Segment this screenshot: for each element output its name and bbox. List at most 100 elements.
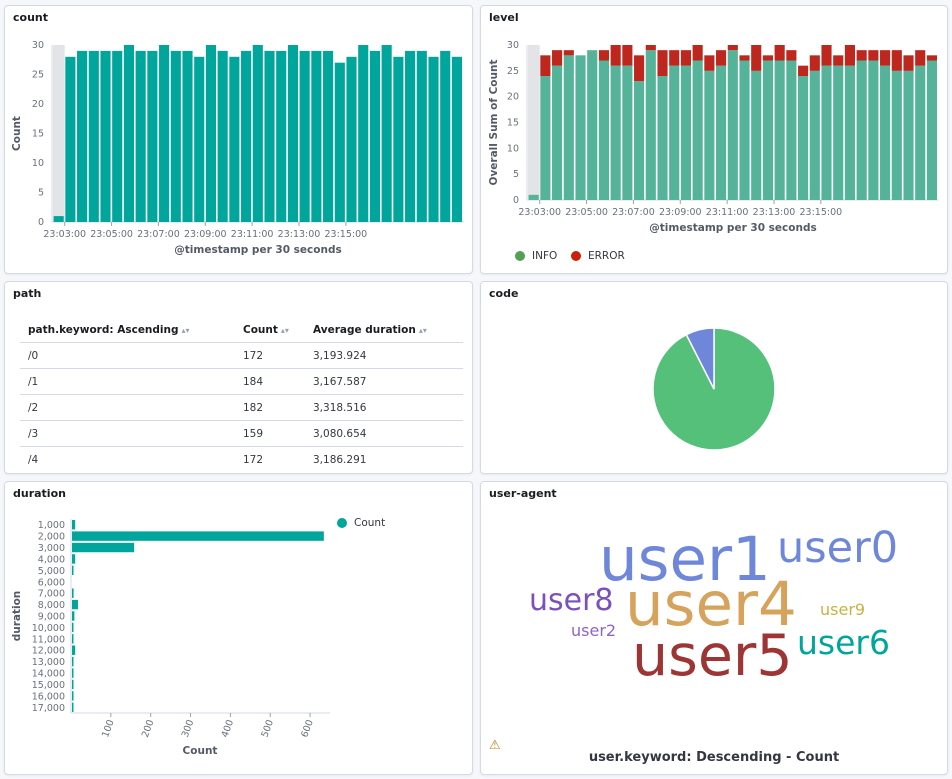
legend-item-error[interactable]: ERROR (571, 250, 625, 262)
bar-error (762, 55, 773, 61)
tag-cloud-word[interactable]: user0 (777, 527, 898, 570)
cell-average-duration: 3,193.924 (305, 342, 463, 369)
x-tick-label: 23:07:00 (612, 207, 655, 218)
column-header-count[interactable]: Count ▴▾ (235, 318, 305, 343)
cell-path: /4 (28, 453, 39, 466)
bar-error (704, 55, 715, 71)
bar-error (598, 50, 609, 61)
bar-info (680, 65, 691, 200)
tag-cloud-caption: user.keyword: Descending - Count (588, 750, 840, 765)
bar (299, 50, 310, 223)
bar-info (903, 70, 914, 200)
bar (276, 50, 287, 223)
bar (72, 520, 76, 530)
bar-info (891, 70, 902, 200)
x-tick-label: 23:03:00 (518, 207, 561, 218)
bar-error (809, 55, 820, 71)
cell-average-duration: 3,186.291 (313, 453, 367, 466)
legend-dot-icon (515, 251, 525, 261)
bar-error (880, 50, 891, 66)
bar (416, 50, 427, 223)
sort-icon[interactable]: ▴▾ (281, 326, 289, 335)
cell-path: /1 (20, 368, 235, 395)
y-tick-label: 7,000 (38, 589, 65, 600)
bar-info (634, 81, 645, 200)
table-row: /0 172 3,193.924 (20, 342, 463, 369)
bar (72, 554, 76, 564)
bar-info (774, 60, 785, 200)
legend-dot-icon (337, 518, 347, 528)
code-pie-chart (652, 327, 776, 451)
bar (393, 56, 404, 222)
y-tick-label: 11,000 (32, 634, 65, 645)
bar (440, 50, 451, 223)
bar-info (762, 60, 773, 200)
column-header-average-duration[interactable]: Average duration ▴▾ (305, 318, 463, 343)
bar (229, 56, 240, 222)
x-tick-label: 23:09:00 (184, 229, 227, 240)
cell-count: 172 (243, 453, 264, 466)
y-tick-label: 14,000 (32, 669, 65, 680)
legend-label: ERROR (588, 250, 625, 262)
bar-error (552, 50, 563, 66)
bar-info (692, 60, 703, 200)
legend-label: Count (354, 517, 386, 529)
sort-icon[interactable]: ▴▾ (182, 326, 190, 335)
bar (72, 531, 324, 541)
bar-info (856, 60, 867, 200)
bar-info (552, 65, 563, 200)
y-tick-label: 12,000 (32, 646, 65, 657)
x-tick-label: 23:07:00 (137, 229, 180, 240)
y-tick-label: 30 (507, 40, 519, 51)
y-tick-label: 2,000 (38, 532, 65, 543)
x-tick-label: 23:15:00 (800, 207, 843, 218)
x-tick-label: 300 (180, 718, 197, 739)
bar-info (575, 55, 586, 201)
bar-info (598, 60, 609, 200)
panel-title: code (489, 287, 519, 300)
x-tick-label: 500 (260, 718, 277, 739)
bar (451, 56, 462, 222)
panel-title: count (13, 11, 48, 24)
cell-path: /2 (20, 394, 235, 421)
cell-count: 159 (235, 420, 305, 447)
y-tick-label: 10 (32, 158, 44, 169)
tag-cloud-word[interactable]: user2 (571, 623, 616, 639)
bar-info (587, 50, 598, 200)
y-tick-label: 17,000 (32, 703, 65, 714)
bar (264, 50, 275, 223)
bar-error (903, 55, 914, 71)
bar (323, 50, 334, 223)
bar-info (727, 50, 738, 200)
tag-cloud-word[interactable]: user8 (529, 586, 614, 616)
y-tick-label: 1,000 (38, 520, 65, 531)
bar-error (622, 45, 633, 66)
bar-info (844, 65, 855, 200)
level-chart: 0 5 10 15 20 25 30 23:03:00 23:05:00 23:07:00 23:0… (488, 40, 939, 234)
y-tick-label: 15 (507, 118, 519, 129)
bar (88, 50, 99, 223)
bar (72, 656, 74, 667)
bar-error (751, 45, 762, 71)
x-tick-label: 23:05:00 (565, 207, 608, 218)
legend-item-info[interactable]: INFO (515, 250, 557, 262)
sort-icon[interactable]: ▴▾ (419, 326, 427, 335)
bar-info (716, 65, 727, 200)
bar-info (540, 76, 551, 200)
tag-cloud-word[interactable]: user5 (632, 628, 793, 685)
bar-error (716, 50, 727, 66)
bar-error (868, 50, 879, 61)
count-panel: count 0 5 10 15 20 25 30 23:03:00 23:05:00 23:07:… (4, 5, 473, 274)
bar-error (739, 55, 750, 61)
y-tick-label: 20 (507, 92, 519, 103)
tag-cloud-word[interactable]: user6 (797, 626, 890, 659)
bar (205, 45, 216, 222)
legend-item-count[interactable]: Count (337, 517, 385, 529)
bar-info (528, 194, 539, 200)
table-row: /3 159 3,080.654 (20, 420, 463, 447)
path-table: path.keyword: Ascending ▴▾ Count ▴▾ Averag… (20, 318, 463, 472)
y-tick-label: 10,000 (32, 623, 65, 634)
bar-error (833, 55, 844, 66)
tag-cloud-word[interactable]: user9 (820, 602, 865, 618)
column-header-path[interactable]: path.keyword: Ascending ▴▾ (20, 318, 235, 343)
